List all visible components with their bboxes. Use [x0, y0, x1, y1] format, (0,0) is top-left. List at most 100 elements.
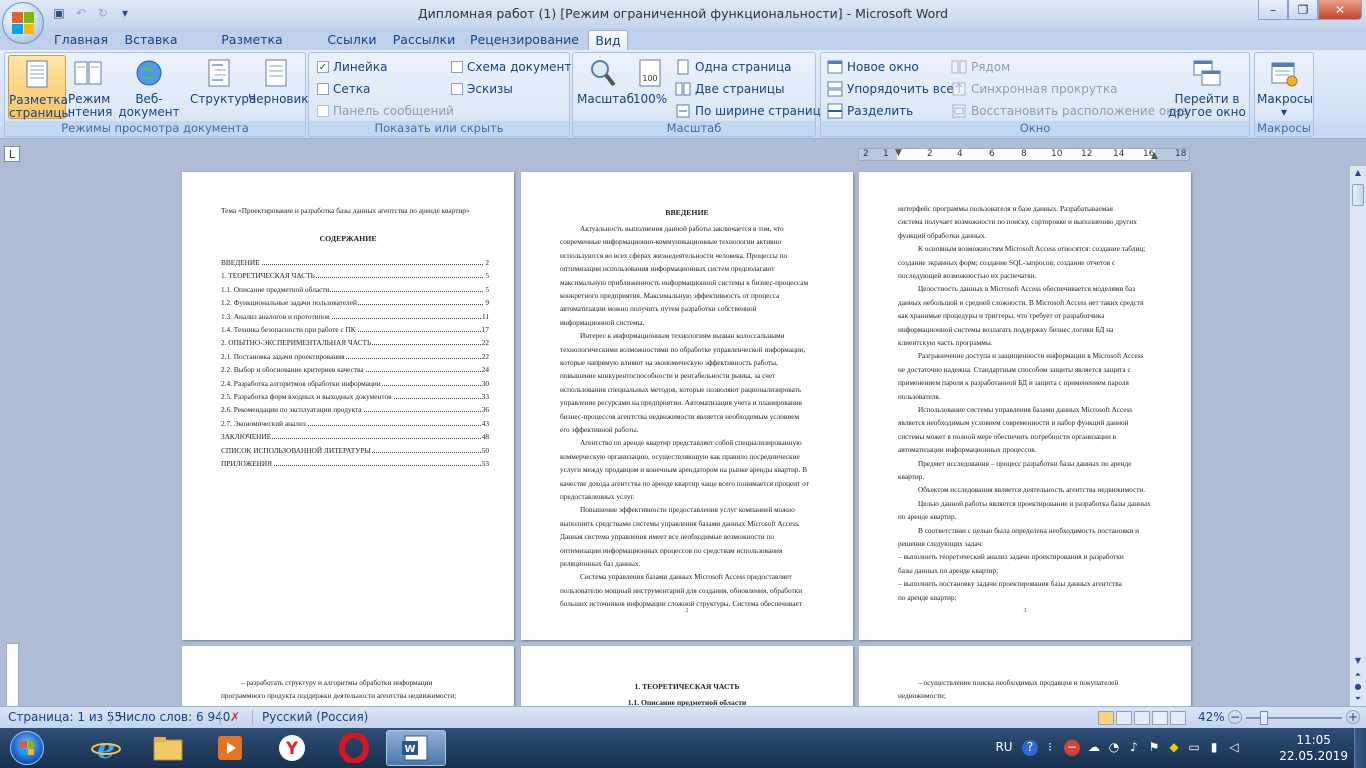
outline-view-icon[interactable]: [1152, 711, 1168, 725]
zoom-level[interactable]: 42%: [1198, 710, 1225, 724]
reading-mode-button[interactable]: Режим чтения: [68, 55, 112, 119]
switch-windows-button[interactable]: Перейти в другое окно ▾: [1167, 55, 1247, 132]
security-icon[interactable]: ◆: [1166, 740, 1182, 756]
start-button[interactable]: [4, 728, 50, 768]
sync-icon[interactable]: ◔: [1106, 740, 1122, 756]
right-indent-marker[interactable]: ▲: [1151, 151, 1158, 160]
file-explorer-icon[interactable]: [138, 730, 198, 766]
internet-explorer-icon[interactable]: e: [76, 730, 136, 766]
reading-view-icon[interactable]: [1116, 711, 1132, 725]
zoom-out-icon[interactable]: −: [1228, 710, 1242, 724]
page-counter[interactable]: Страница: 1 из 55: [8, 710, 122, 724]
restore-button[interactable]: ❐: [1288, 0, 1318, 20]
vertical-scrollbar[interactable]: ▲ ▼ ⏶ ● ⏷: [1349, 166, 1366, 706]
yandex-browser-icon[interactable]: Y: [262, 730, 322, 766]
toc-entry[interactable]: 2.4. Разработка алгоритмов обработки инф…: [221, 376, 489, 390]
toc-entry[interactable]: ЗАКЛЮЧЕНИЕ 48: [221, 430, 489, 444]
page-width-button[interactable]: По ширине страницы: [675, 101, 830, 121]
draft-button[interactable]: Черновик: [248, 55, 309, 119]
spelling-check-icon[interactable]: ✗: [230, 710, 240, 724]
tray-overflow-icon[interactable]: ⁝: [1042, 740, 1058, 756]
toc-entry[interactable]: 2.1. Постановка задачи проектирования 22: [221, 349, 489, 364]
help-icon[interactable]: ?: [1022, 740, 1038, 756]
page-5[interactable]: 1. ТЕОРЕТИЧЕСКАЯ ЧАСТЬ 1.1. Описание пре…: [521, 646, 853, 706]
web-view-icon[interactable]: [1134, 711, 1150, 725]
scroll-thumb[interactable]: [1352, 184, 1364, 206]
office-button[interactable]: [2, 2, 44, 44]
opera-icon[interactable]: [324, 730, 384, 766]
language-indicator[interactable]: Русский (Россия): [262, 710, 368, 724]
word-count[interactable]: Число слов: 6 940: [118, 710, 230, 724]
network-icon[interactable]: ▮: [1206, 740, 1222, 756]
tab-view[interactable]: Вид: [588, 30, 628, 50]
sync-scroll-button[interactable]: Синхронная прокрутка: [951, 79, 1118, 99]
grid-checkbox[interactable]: Сетка: [317, 79, 370, 99]
vertical-ruler[interactable]: [6, 643, 19, 707]
page-3[interactable]: интерфейс программы пользователя и базе …: [859, 172, 1191, 640]
show-desktop-button[interactable]: [1354, 728, 1366, 768]
arrange-all-button[interactable]: Упорядочить все: [827, 79, 954, 99]
clock[interactable]: 11:05 22.05.2019: [1279, 732, 1348, 764]
print-layout-view-icon[interactable]: [1098, 711, 1114, 725]
toc-entry[interactable]: 2. ОПЫТНО-ЭКСПЕРИМЕНТАЛЬНАЯ ЧАСТЬ 22: [221, 336, 489, 350]
message-bar-checkbox[interactable]: Панель сообщений: [317, 101, 454, 121]
zoom-in-icon[interactable]: +: [1346, 710, 1360, 724]
toc-entry[interactable]: 1.1. Описание предметной области 5: [221, 282, 489, 297]
zoom-slider-thumb[interactable]: [1260, 711, 1268, 725]
toc-entry[interactable]: СПИСОК ИСПОЛЬЗОВАННОЙ ЛИТЕРАТУРЫ 50: [221, 443, 489, 457]
word-taskbar-icon[interactable]: W: [386, 730, 446, 766]
toc-entry[interactable]: 1.4. Техника безопасности при работе с П…: [221, 323, 489, 337]
tab-references[interactable]: Ссылки: [324, 30, 380, 50]
toc-entry[interactable]: 1. ТЕОРЕТИЧЕСКАЯ ЧАСТЬ 5: [221, 269, 489, 283]
toc-entry[interactable]: ВВЕДЕНИЕ 2: [221, 256, 489, 270]
flag-icon[interactable]: ⚑: [1146, 740, 1162, 756]
reset-window-position-button[interactable]: Восстановить расположение окна: [951, 101, 1189, 121]
scroll-up-icon[interactable]: ▲: [1352, 168, 1364, 180]
speaker-icon[interactable]: ◁: [1226, 740, 1242, 756]
thumbnails-checkbox[interactable]: Эскизы: [451, 79, 513, 99]
media-player-icon[interactable]: [200, 730, 260, 766]
web-layout-button[interactable]: Веб-документ: [110, 55, 188, 119]
language-indicator-tray[interactable]: RU: [994, 740, 1014, 756]
page-2[interactable]: ВВЕДЕНИЕ Актуальность выполнения данной …: [521, 172, 853, 640]
close-button[interactable]: ✕: [1318, 0, 1362, 20]
outline-button[interactable]: Структура: [190, 55, 256, 119]
display-icon[interactable]: ▭: [1186, 740, 1202, 756]
previous-page-icon[interactable]: ⏶: [1352, 670, 1364, 682]
select-browse-object-icon[interactable]: ●: [1352, 682, 1364, 694]
tab-mailings[interactable]: Рассылки: [392, 30, 456, 50]
one-page-button[interactable]: Одна страница: [675, 57, 791, 77]
new-window-button[interactable]: Новое окно: [827, 57, 919, 77]
stop-icon[interactable]: −: [1064, 740, 1080, 756]
tab-insert[interactable]: Вставка: [122, 30, 180, 50]
minimize-button[interactable]: –: [1258, 0, 1288, 20]
toc-entry[interactable]: 2.7. Экономический анализ 43: [221, 416, 489, 431]
ruler-checkbox[interactable]: ✓ Линейка: [317, 57, 387, 77]
zoom-button[interactable]: Масштаб: [577, 55, 634, 119]
toc-entry[interactable]: 2.2. Выбор и обоснование критериев качес…: [221, 363, 489, 377]
macros-button[interactable]: Макросы ▾: [1257, 55, 1313, 119]
page-6[interactable]: – осуществление поиска необходимых прода…: [859, 646, 1191, 706]
next-page-icon[interactable]: ⏷: [1352, 694, 1364, 706]
toc-entry[interactable]: 2.6. Рекомендации по эксплуатации продук…: [221, 403, 489, 417]
page-4[interactable]: – разработать структуру и алгоритмы обра…: [182, 646, 514, 706]
draft-view-icon[interactable]: [1170, 711, 1186, 725]
toc-entry[interactable]: 2.5. Разработка форм входных и выходных …: [221, 390, 489, 404]
zoom-100-button[interactable]: 100 100%: [631, 55, 669, 119]
cloud-icon[interactable]: ☁: [1086, 740, 1102, 756]
document-workspace[interactable]: Тема «Проектирование и разработка базы д…: [24, 166, 1348, 706]
tab-selector[interactable]: L: [4, 146, 20, 162]
scroll-down-icon[interactable]: ▼: [1352, 656, 1364, 668]
split-button[interactable]: Разделить: [827, 101, 913, 121]
horizontal-ruler[interactable]: 2 1 2 4 6 8 10 12 14 16 18 ▼ ▲: [858, 148, 1190, 161]
tab-page-layout[interactable]: Разметка страницы: [192, 30, 312, 62]
tab-review[interactable]: Рецензирование: [470, 30, 579, 50]
toc-entry[interactable]: ПРИЛОЖЕНИЯ 53: [221, 457, 489, 471]
tab-home[interactable]: Главная: [52, 30, 110, 50]
first-line-indent-marker[interactable]: ▼: [895, 149, 902, 158]
document-map-checkbox[interactable]: Схема документа: [451, 57, 579, 77]
print-layout-button[interactable]: Разметка страницы: [8, 55, 71, 120]
volume-icon[interactable]: ♪: [1126, 740, 1142, 756]
side-by-side-button[interactable]: Рядом: [951, 57, 1010, 77]
page-1[interactable]: Тема «Проектирование и разработка базы д…: [182, 172, 514, 640]
